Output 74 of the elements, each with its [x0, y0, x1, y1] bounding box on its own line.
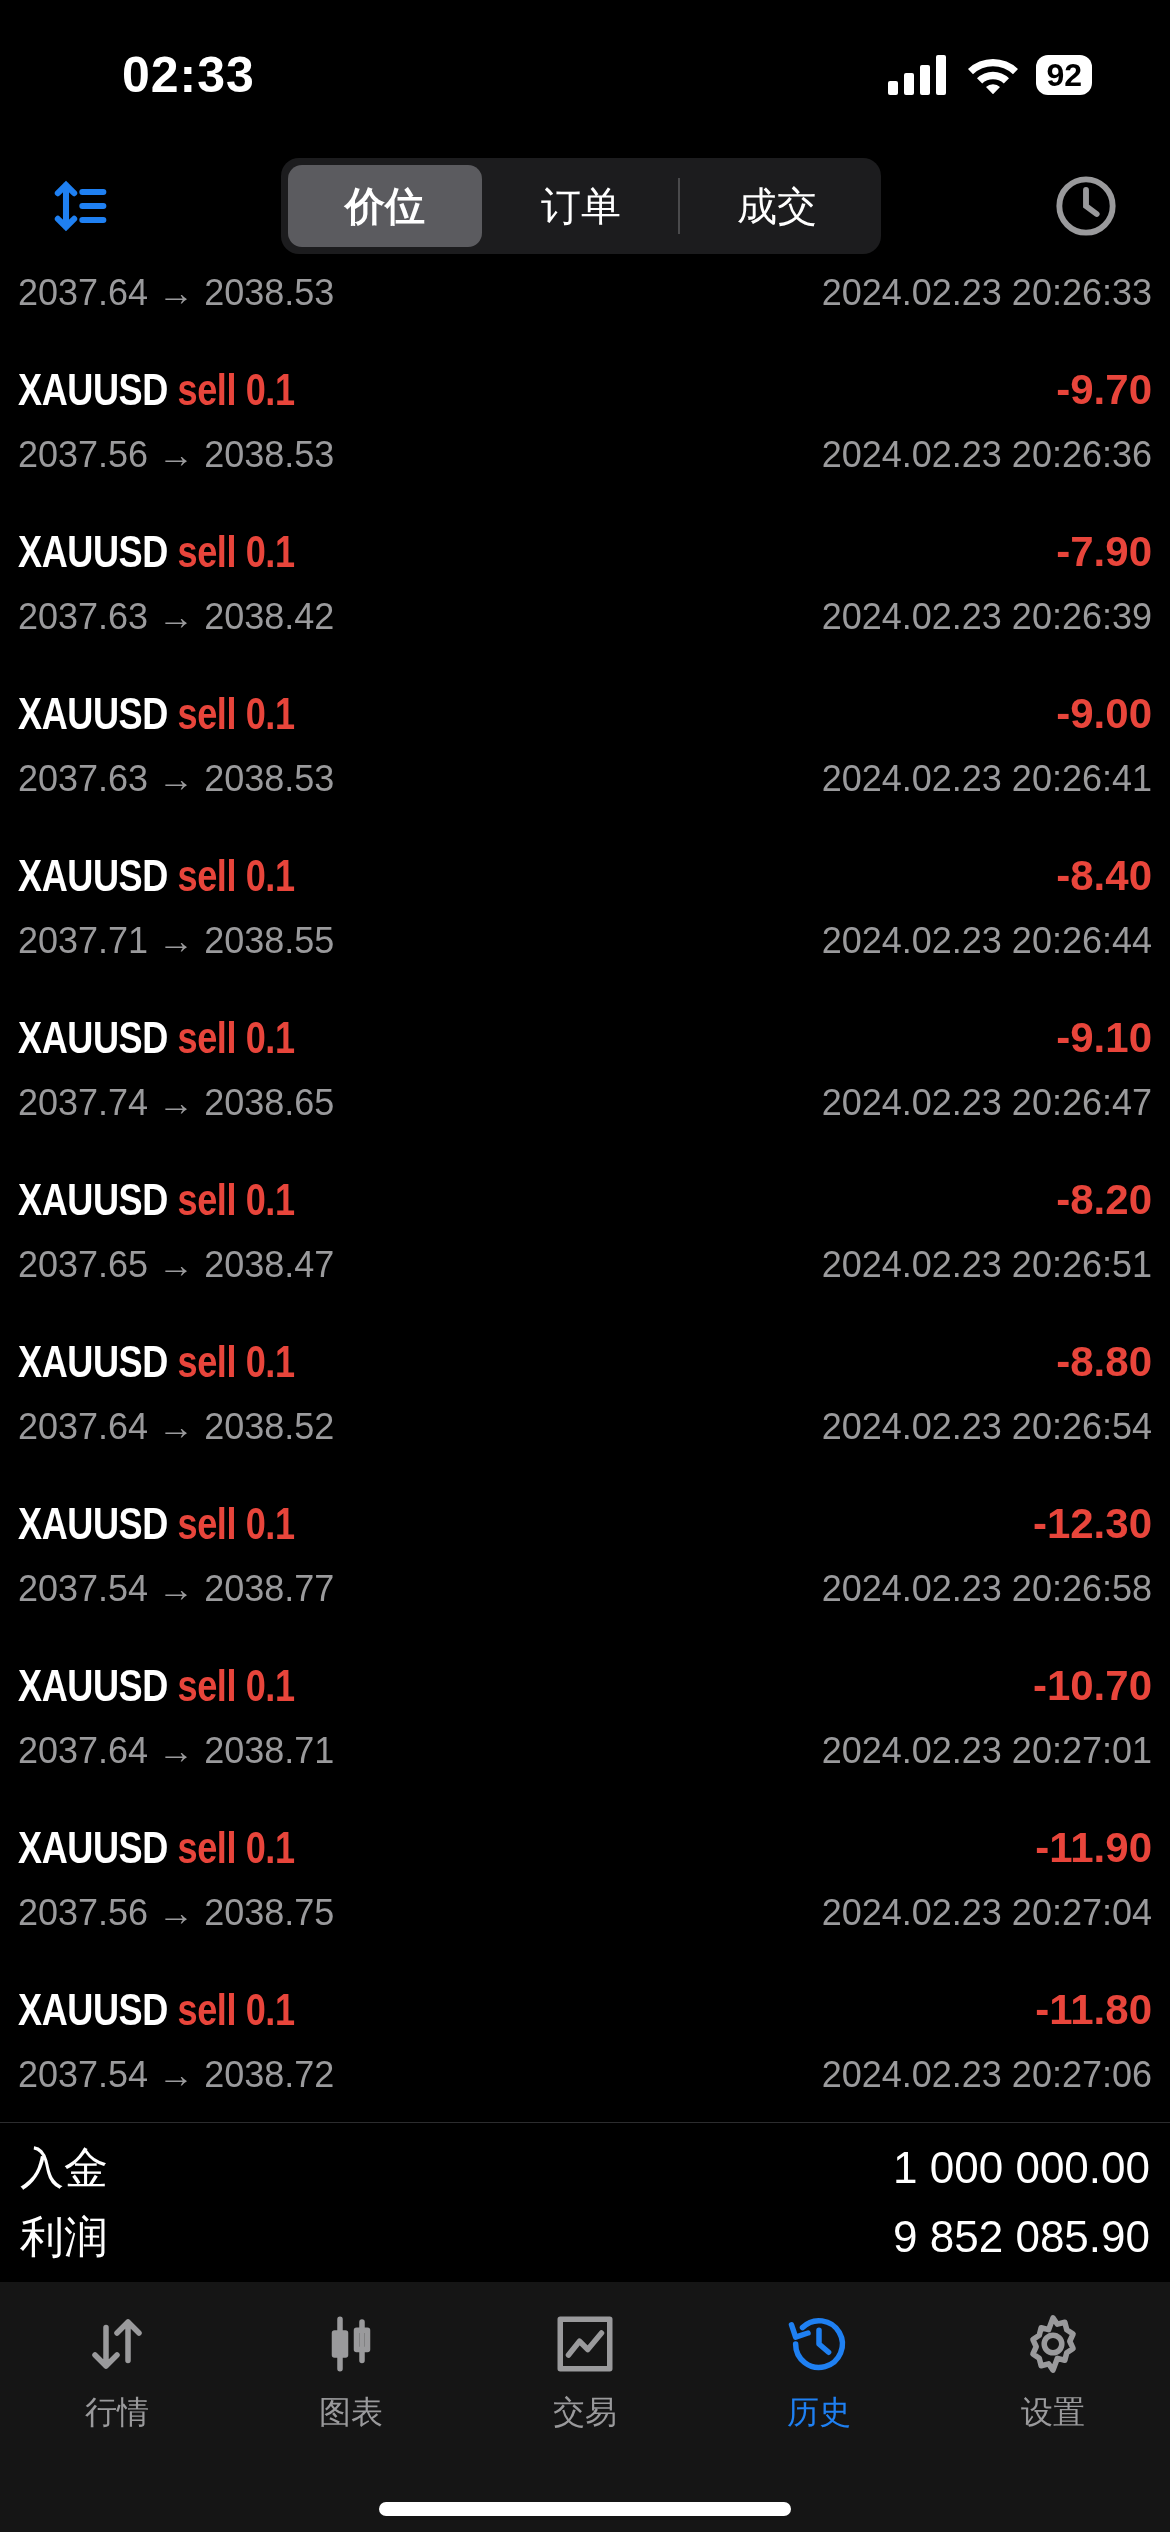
battery-level: 92	[1036, 55, 1092, 95]
deal-row[interactable]: 2037.64 → 2038.53 2024.02.23 20:26:33	[0, 262, 1170, 324]
deal-time: 2024.02.23 20:26:47	[821, 1082, 1152, 1124]
summary-label: 入金	[20, 2141, 108, 2194]
deal-profit: -12.30	[1032, 1500, 1152, 1548]
deal-time: 2024.02.23 20:26:58	[821, 1568, 1152, 1610]
deal-profit: -11.90	[1035, 1824, 1152, 1872]
deal-profit: -8.20	[1056, 1176, 1152, 1224]
deal-time: 2024.02.23 20:26:41	[821, 758, 1152, 800]
deal-time: 2024.02.23 20:26:36	[821, 434, 1152, 476]
clock-icon[interactable]	[1054, 174, 1118, 238]
tab-bar-item[interactable]: 交易	[468, 2310, 702, 2436]
deal-profit: -11.80	[1035, 1986, 1152, 2034]
deal-profit: -9.70	[1056, 366, 1152, 414]
deal-profit: -9.10	[1056, 1014, 1152, 1062]
deal-profit: -10.70	[1032, 1662, 1152, 1710]
deal-title: XAUUSD sell 0.1	[18, 1661, 295, 1711]
deal-title: XAUUSD sell 0.1	[18, 1499, 295, 1549]
deal-prices: 2037.56 → 2038.75	[18, 1892, 335, 1934]
deal-prices: 2037.54 → 2038.77	[18, 1568, 335, 1610]
deal-row[interactable]: XAUUSD sell 0.1 -9.00 2037.63 → 2038.53 2024.02.23 20:26:41	[0, 648, 1170, 810]
deal-time: 2024.02.23 20:27:06	[821, 2054, 1152, 2096]
deal-title: XAUUSD sell 0.1	[18, 527, 295, 577]
deal-time: 2024.02.23 20:26:39	[821, 596, 1152, 638]
deal-time: 2024.02.23 20:27:04	[821, 1892, 1152, 1934]
deal-time: 2024.02.23 20:26:44	[821, 920, 1152, 962]
deal-prices: 2037.74 → 2038.65	[18, 1082, 335, 1124]
deal-prices: 2037.63 → 2038.42	[18, 596, 335, 638]
tab-bar-item[interactable]: 图表	[234, 2310, 468, 2436]
deal-title: XAUUSD sell 0.1	[18, 1823, 295, 1873]
deal-prices: 2037.56 → 2038.53	[18, 434, 335, 476]
deal-profit: -7.90	[1056, 528, 1152, 576]
deal-row[interactable]: XAUUSD sell 0.1 -11.90 2037.56 → 2038.75 2024.02.23 20:27:04	[0, 1782, 1170, 1944]
deal-row[interactable]: XAUUSD sell 0.1 -10.70 2037.64 → 2038.71 2024.02.23 20:27:01	[0, 1620, 1170, 1782]
segment-tab[interactable]: 订单	[484, 165, 678, 247]
deal-prices: 2037.63 → 2038.53	[18, 758, 335, 800]
deal-prices: 2037.65 → 2038.47	[18, 1244, 335, 1286]
deal-title: XAUUSD sell 0.1	[18, 851, 295, 901]
deal-row[interactable]: XAUUSD sell 0.1 -8.40 2037.71 → 2038.55 2024.02.23 20:26:44	[0, 810, 1170, 972]
deal-prices: 2037.54 → 2038.72	[18, 2054, 335, 2096]
tab-bar-item[interactable]: 设置	[936, 2310, 1170, 2436]
deal-row[interactable]: XAUUSD sell 0.1 -8.80 2037.64 → 2038.52 2024.02.23 20:26:54	[0, 1296, 1170, 1458]
deal-title: XAUUSD sell 0.1	[18, 1337, 295, 1387]
tab-bar-item[interactable]: 历史	[702, 2310, 936, 2436]
deal-row[interactable]: XAUUSD sell 0.1 -7.90 2037.63 → 2038.42 2024.02.23 20:26:39	[0, 486, 1170, 648]
deal-prices: 2037.64 → 2038.71	[18, 1730, 335, 1772]
summary-label: 利润	[20, 2210, 108, 2263]
status-time: 02:33	[122, 46, 255, 104]
deal-title: XAUUSD sell 0.1	[18, 1013, 295, 1063]
deal-prices: 2037.71 → 2038.55	[18, 920, 335, 962]
deal-time: 2024.02.23 20:26:33	[821, 272, 1152, 314]
deal-prices: 2037.64 → 2038.52	[18, 1406, 335, 1448]
deal-row[interactable]: XAUUSD sell 0.1 -12.30 2037.54 → 2038.77 2024.02.23 20:26:58	[0, 1458, 1170, 1620]
deal-profit: -9.00	[1056, 690, 1152, 738]
deal-title: XAUUSD sell 0.1	[18, 1985, 295, 2035]
deal-profit: -8.80	[1056, 1338, 1152, 1386]
summary-value: 1 000 000.00	[893, 2143, 1150, 2193]
deal-row[interactable]: XAUUSD sell 0.1 -11.80 2037.54 → 2038.72 2024.02.23 20:27:06	[0, 1944, 1170, 2106]
deal-title: XAUUSD sell 0.1	[18, 1175, 295, 1225]
segment-tab[interactable]: 价位	[288, 165, 482, 247]
sort-icon[interactable]	[52, 178, 108, 234]
segment-tab[interactable]: 成交	[680, 165, 874, 247]
tab-bar-item[interactable]: 行情	[0, 2310, 234, 2436]
deal-title: XAUUSD sell 0.1	[18, 365, 295, 415]
deal-title: XAUUSD sell 0.1	[18, 689, 295, 739]
deal-profit: -8.40	[1056, 852, 1152, 900]
deal-time: 2024.02.23 20:27:01	[821, 1730, 1152, 1772]
deal-time: 2024.02.23 20:26:54	[821, 1406, 1152, 1448]
summary-value: 9 852 085.90	[893, 2212, 1150, 2262]
deal-row[interactable]: XAUUSD sell 0.1 -9.70 2037.56 → 2038.53 2024.02.23 20:26:36	[0, 324, 1170, 486]
deal-time: 2024.02.23 20:26:51	[821, 1244, 1152, 1286]
deal-prices: 2037.64 → 2038.53	[18, 272, 335, 314]
deal-row[interactable]: XAUUSD sell 0.1 -8.20 2037.65 → 2038.47 2024.02.23 20:26:51	[0, 1134, 1170, 1296]
deal-row[interactable]: XAUUSD sell 0.1 -9.10 2037.74 → 2038.65 2024.02.23 20:26:47	[0, 972, 1170, 1134]
